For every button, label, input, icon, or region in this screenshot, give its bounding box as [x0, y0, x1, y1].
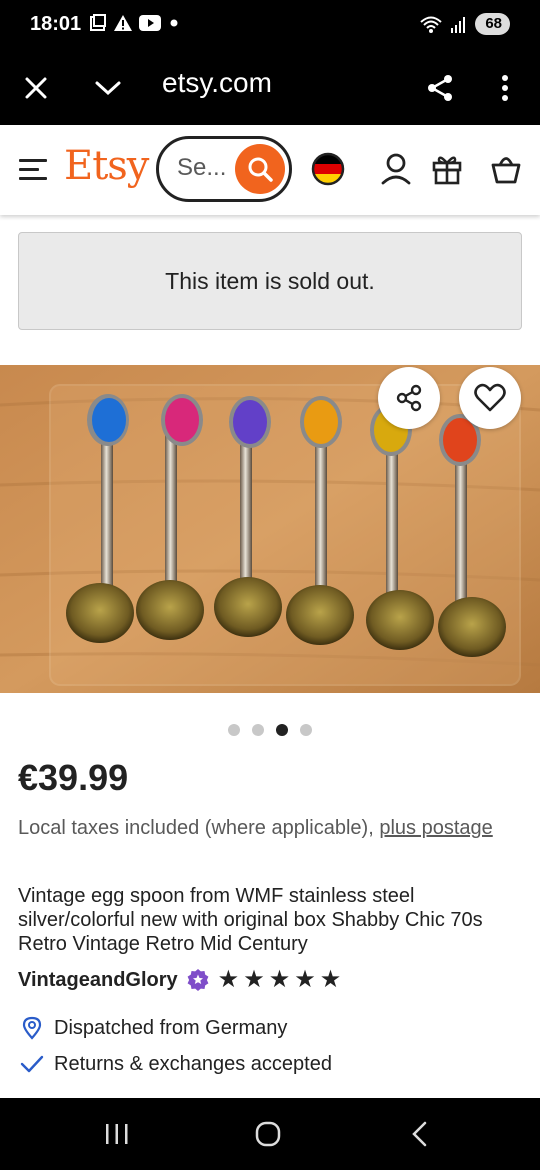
home-button[interactable]	[248, 1116, 288, 1152]
star-icon: ★	[268, 966, 291, 993]
shop-name-link[interactable]: VintageandGlory	[18, 969, 178, 992]
product-image[interactable]	[0, 365, 540, 693]
browser-menu-button[interactable]	[485, 68, 525, 108]
gift-icon	[432, 156, 462, 185]
carousel-dot[interactable]	[252, 724, 264, 736]
checkmark-icon	[18, 1050, 46, 1078]
favorite-button[interactable]	[459, 367, 521, 429]
signal-icon	[451, 17, 466, 33]
dot-icon	[170, 19, 178, 27]
youtube-icon	[139, 15, 161, 31]
carousel-dot[interactable]	[228, 724, 240, 736]
star-seller-badge-icon	[187, 969, 209, 991]
status-time: 18:01	[30, 13, 82, 35]
share-icon	[428, 75, 452, 101]
sold-out-notice: This item is sold out.	[18, 232, 522, 330]
tab-dropdown-button[interactable]	[88, 68, 128, 108]
germany-flag-icon	[311, 152, 345, 186]
star-icon: ★	[217, 966, 240, 993]
star-icon: ★	[243, 966, 265, 993]
feature-dispatch: Dispatched from Germany	[18, 1014, 287, 1042]
search-field[interactable]: Se...	[156, 136, 292, 202]
home-icon	[255, 1121, 281, 1147]
share-page-button[interactable]	[420, 68, 460, 108]
back-button[interactable]	[400, 1116, 440, 1152]
battery-indicator: 68	[475, 13, 510, 35]
back-icon	[412, 1121, 427, 1147]
hamburger-menu-button[interactable]	[13, 149, 53, 189]
image-carousel-dots	[0, 724, 540, 736]
region-flag-button[interactable]	[308, 149, 348, 189]
listing-title: Vintage egg spoon from WMF stainless ste…	[18, 885, 483, 955]
system-navigation-bar	[0, 1098, 540, 1170]
shopping-basket-icon	[491, 157, 521, 184]
search-placeholder: Se...	[177, 154, 227, 181]
carousel-dot-active[interactable]	[276, 724, 288, 736]
listing-price: €39.99	[18, 757, 129, 798]
feature-dispatch-text: Dispatched from Germany	[54, 1016, 288, 1039]
gift-button[interactable]	[427, 149, 467, 189]
status-notification-icons	[89, 14, 181, 32]
recent-apps-icon	[106, 1124, 128, 1144]
wifi-icon	[420, 16, 442, 33]
carousel-dot[interactable]	[300, 724, 312, 736]
more-vertical-icon	[502, 75, 508, 101]
site-header: Etsy Se...	[0, 125, 540, 215]
share-listing-button[interactable]	[378, 367, 440, 429]
browser-toolbar: etsy.com	[0, 50, 540, 125]
tax-info: Local taxes included (where applicable),…	[18, 814, 518, 842]
star-icon: ★	[319, 966, 342, 993]
chevron-down-icon	[95, 81, 121, 96]
postage-link[interactable]: plus postage	[379, 817, 492, 839]
screenshot-icon	[90, 14, 106, 31]
heart-icon	[474, 383, 506, 412]
tax-info-text: Local taxes included (where applicable),	[18, 817, 380, 839]
status-bar: 18:01 68	[0, 0, 540, 50]
user-icon	[381, 153, 411, 185]
recent-apps-button[interactable]	[97, 1116, 137, 1152]
feature-returns: Returns & exchanges accepted	[18, 1050, 332, 1078]
share-icon	[396, 384, 422, 412]
address-bar-url[interactable]: etsy.com	[162, 67, 272, 99]
close-tab-button[interactable]	[16, 68, 56, 108]
spoons-photo	[0, 365, 540, 693]
feature-returns-text: Returns & exchanges accepted	[54, 1052, 332, 1075]
close-icon	[25, 77, 47, 99]
search-icon	[248, 157, 273, 182]
star-icon: ★	[294, 966, 316, 993]
location-pin-icon	[18, 1014, 46, 1042]
account-button[interactable]	[376, 149, 416, 189]
status-system-icons: 68	[419, 13, 510, 35]
cart-button[interactable]	[486, 149, 526, 189]
shop-row: VintageandGlory ★ ★ ★ ★ ★	[18, 966, 341, 994]
hamburger-icon	[19, 159, 47, 180]
alert-icon	[114, 15, 132, 31]
etsy-logo[interactable]: Etsy	[64, 143, 149, 189]
rating-stars: ★ ★ ★ ★ ★	[218, 968, 342, 992]
search-button[interactable]	[235, 144, 285, 194]
